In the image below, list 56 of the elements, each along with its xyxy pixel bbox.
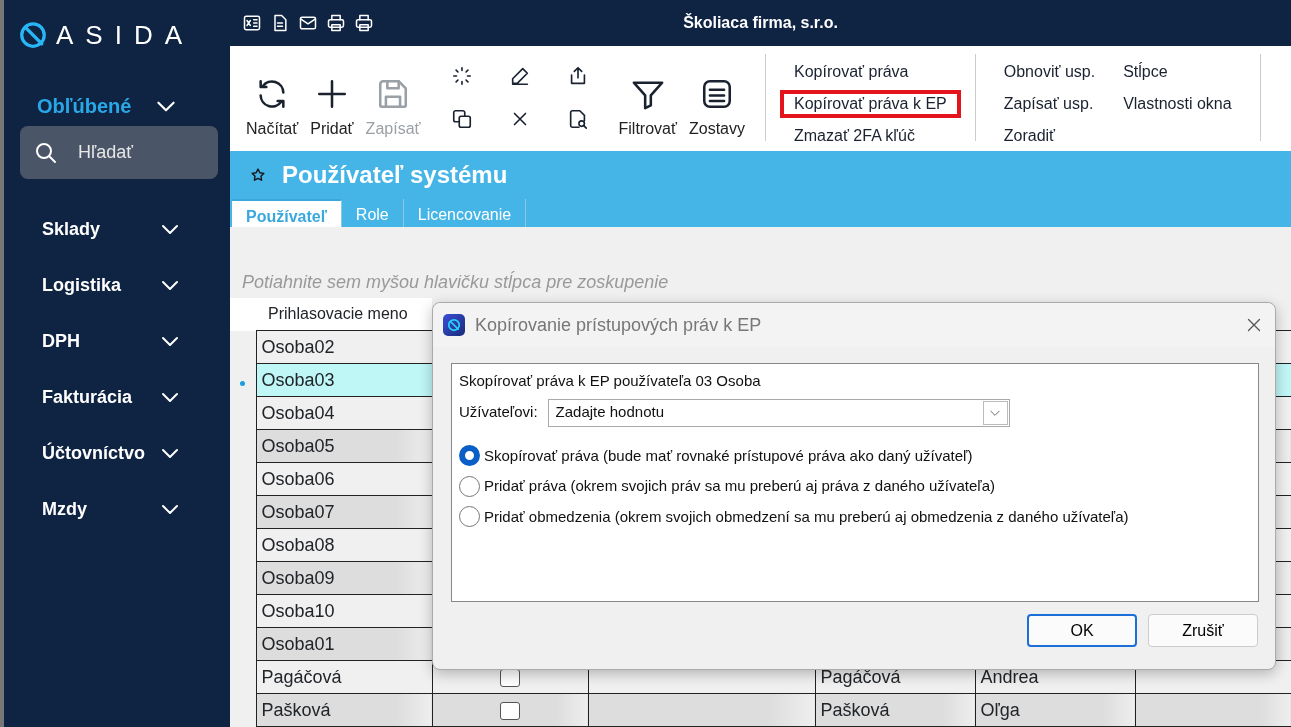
menu-item[interactable]: Sklady — [42, 215, 101, 243]
company-name: Školiaca firma, s.r.o. — [683, 13, 838, 31]
search-icon — [34, 140, 58, 165]
group-hint: Potiahnite sem myšou hlavičku stĺpca pre zoskupenie — [241, 270, 670, 294]
radio-button[interactable] — [459, 445, 480, 467]
toolbar-link[interactable]: Zoradiť — [989, 121, 1110, 150]
option-label[interactable]: Skopírovať práva (bude mať rovnaké prístupové práva ako daný užívateľ) — [484, 444, 973, 467]
radio-button[interactable] — [459, 506, 480, 528]
toolbar-button[interactable]: Pridať — [304, 53, 360, 141]
printer-icon[interactable] — [326, 12, 346, 33]
toolbar-link[interactable]: Zapísať usp. — [989, 89, 1110, 118]
app-icon — [443, 314, 465, 336]
toolbar-button[interactable]: Načítať — [240, 53, 305, 141]
menu-item[interactable]: Mzdy — [42, 495, 87, 523]
table-cell: Osoba02 — [256, 330, 432, 364]
table-cell: Osoba07 — [256, 495, 432, 529]
dialog-message: Skopírovať práva k EP používateľa 03 Osoba — [459, 371, 762, 391]
toolbar-link[interactable]: Kopírovať práva k EP — [780, 89, 961, 118]
table-cell: Osoba03 — [256, 363, 432, 397]
star-icon[interactable] — [250, 166, 266, 183]
menu-item[interactable]: Fakturácia — [42, 383, 133, 411]
row-indicator-dot — [240, 380, 246, 386]
menu-item[interactable]: DPH — [42, 327, 80, 355]
logo: ASIDA — [56, 18, 195, 52]
toolbar-link[interactable]: Kopírovať práva — [780, 57, 961, 86]
column-header[interactable]: Prihlasovacie meno — [256, 297, 432, 331]
table-cell: Osoba05 — [256, 429, 432, 463]
printer-icon[interactable] — [354, 12, 374, 33]
dialog-button[interactable]: OK — [1027, 614, 1137, 647]
table-cell: Pagáčová — [256, 660, 432, 694]
toolbar-link[interactable]: Vlastnosti okna — [1109, 89, 1246, 118]
table-cell: Pašková — [815, 693, 975, 727]
table-cell: Oľga — [975, 693, 1135, 727]
toolbar-link[interactable]: Obnoviť usp. — [989, 57, 1110, 86]
toolbar-button[interactable]: Filtrovať — [612, 53, 683, 141]
toolbar-link[interactable]: Zmazať 2FA kľúč — [780, 121, 961, 150]
option-label[interactable]: Pridať obmedzenia (okrem svojich obmedzení sa mu preberú aj obmedzenia z daného užívateľa) — [484, 505, 1129, 528]
table-cell: Osoba01 — [256, 627, 432, 661]
dialog-button[interactable]: Zrušiť — [1148, 614, 1258, 647]
search-box[interactable]: Hľadať — [20, 126, 218, 179]
page-title: Používateľ systému — [282, 159, 508, 190]
table-cell: Pašková — [256, 693, 432, 727]
field-label: Užívateľovi: — [459, 402, 538, 423]
checkbox[interactable] — [500, 701, 520, 720]
radio-button[interactable] — [459, 475, 480, 497]
search-field[interactable]: Hľadať — [76, 138, 196, 167]
toolbar-button[interactable]: Zostavy — [683, 53, 751, 141]
table-cell: Osoba09 — [256, 561, 432, 595]
dialog-title: Kopírovanie prístupových práv k EP — [475, 313, 763, 337]
toolbar-link[interactable]: Stĺpce — [1109, 57, 1246, 86]
logo-icon — [18, 20, 48, 50]
menu-item[interactable]: Logistika — [42, 271, 121, 299]
user-dropdown[interactable]: Zadajte hodnotu — [547, 398, 1010, 427]
menu-item[interactable]: Účtovníctvo — [42, 439, 146, 467]
option-label[interactable]: Pridať práva (okrem svojich práv sa mu preberú aj práva z daného užívateľa) — [484, 475, 996, 498]
favorites-label[interactable]: Obľúbené — [37, 90, 132, 121]
